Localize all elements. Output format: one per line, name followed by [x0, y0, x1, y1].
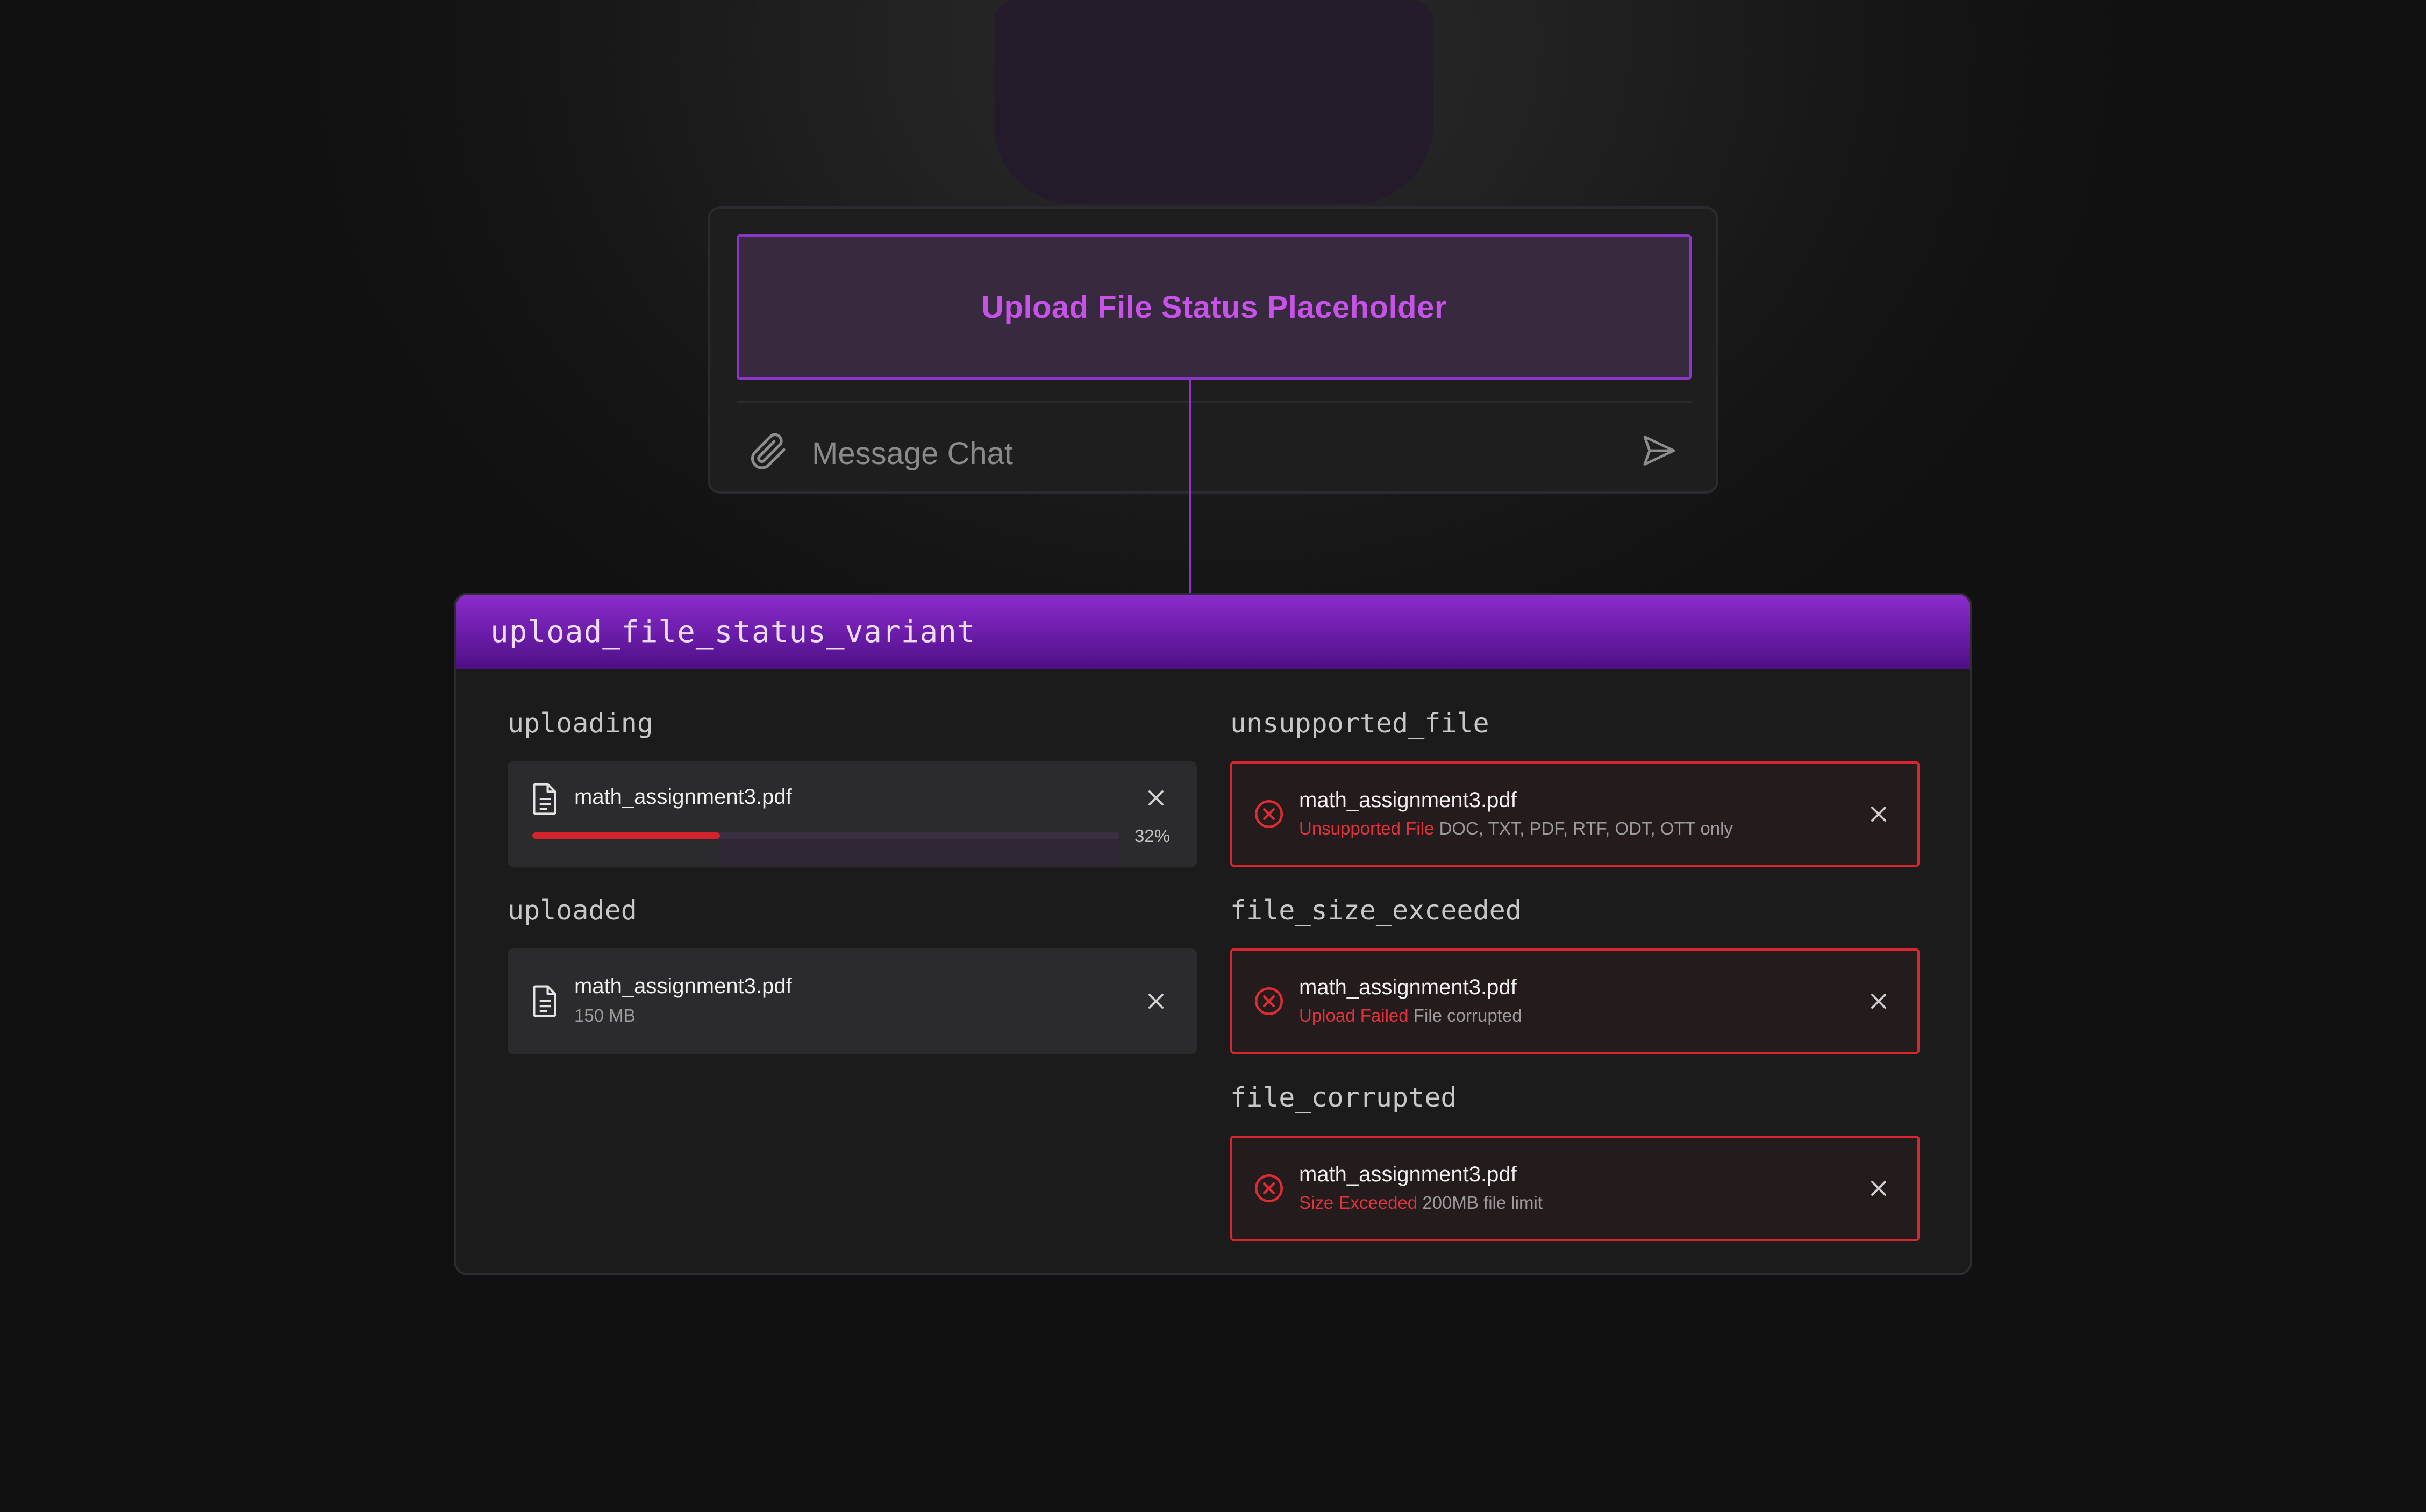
- variant-panel-header: upload_file_status_variant: [456, 595, 1970, 669]
- error-title: Size Exceeded: [1299, 1193, 1418, 1213]
- error-circle-icon: [1255, 800, 1283, 828]
- error-message: Unsupported File DOC, TXT, PDF, RTF, ODT…: [1299, 818, 1733, 839]
- upload-file-status-variant-panel: upload_file_status_variant uploading mat…: [454, 593, 1972, 1275]
- close-icon: [1871, 807, 1886, 822]
- remove-file-button[interactable]: [1861, 1171, 1896, 1206]
- file-card-uploading: math_assignment3.pdf 32%: [508, 761, 1197, 867]
- variant-panel-title: upload_file_status_variant: [490, 614, 976, 650]
- error-message: Size Exceeded 200MB file limit: [1299, 1193, 1543, 1213]
- placeholder-label: Upload File Status Placeholder: [981, 289, 1447, 325]
- close-icon: [1871, 994, 1886, 1009]
- file-name: math_assignment3.pdf: [1299, 975, 1517, 999]
- error-title: Unsupported File: [1299, 818, 1435, 838]
- error-circle-icon: [1255, 987, 1283, 1015]
- error-detail: File corrupted: [1413, 1005, 1522, 1025]
- file-card-uploaded: math_assignment3.pdf 150 MB: [508, 948, 1197, 1054]
- background-glow-shape: [994, 0, 1433, 204]
- file-card-file-size-exceeded: math_assignment3.pdf Upload Failed File …: [1230, 948, 1920, 1054]
- section-label-uploading: uploading: [508, 708, 653, 739]
- send-button[interactable]: [1632, 424, 1686, 477]
- file-card-unsupported-file: math_assignment3.pdf Unsupported File DO…: [1230, 761, 1920, 867]
- upload-file-status-placeholder: Upload File Status Placeholder: [737, 234, 1692, 380]
- upload-progress-bar: [532, 832, 1119, 839]
- section-label-file-size-exceeded: file_size_exceeded: [1230, 895, 1522, 926]
- remove-file-button[interactable]: [1861, 797, 1896, 831]
- file-name: math_assignment3.pdf: [574, 974, 792, 998]
- attach-button[interactable]: [741, 424, 795, 477]
- error-detail: 200MB file limit: [1422, 1193, 1543, 1213]
- section-label-file-corrupted: file_corrupted: [1230, 1082, 1457, 1113]
- chat-composer: Upload File Status Placeholder: [708, 206, 1718, 494]
- file-name: math_assignment3.pdf: [1299, 1162, 1517, 1186]
- error-title: Upload Failed: [1299, 1005, 1409, 1025]
- close-icon: [1148, 994, 1164, 1009]
- composer-divider: [737, 401, 1692, 403]
- section-label-unsupported-file: unsupported_file: [1230, 708, 1489, 739]
- paperclip-icon: [751, 433, 786, 469]
- error-detail: DOC, TXT, PDF, RTF, ODT, OTT only: [1439, 818, 1733, 838]
- remove-file-button[interactable]: [1139, 781, 1173, 815]
- send-icon: [1643, 436, 1675, 466]
- close-icon: [1148, 790, 1164, 805]
- file-name: math_assignment3.pdf: [1299, 788, 1517, 812]
- section-label-uploaded: uploaded: [508, 895, 637, 926]
- connector-line: [1189, 377, 1191, 593]
- document-icon: [533, 985, 556, 1017]
- file-card-file-corrupted: math_assignment3.pdf Size Exceeded 200MB…: [1230, 1136, 1920, 1241]
- document-icon: [533, 783, 556, 815]
- close-icon: [1871, 1181, 1886, 1196]
- error-circle-icon: [1255, 1174, 1283, 1202]
- file-name: math_assignment3.pdf: [574, 785, 792, 809]
- remove-file-button[interactable]: [1861, 984, 1896, 1018]
- upload-progress-fill: [532, 832, 720, 839]
- upload-progress-percent: 32%: [1134, 826, 1171, 846]
- file-size: 150 MB: [574, 1005, 636, 1025]
- remove-file-button[interactable]: [1139, 984, 1173, 1018]
- message-input[interactable]: [801, 429, 1575, 477]
- error-message: Upload Failed File corrupted: [1299, 1005, 1522, 1026]
